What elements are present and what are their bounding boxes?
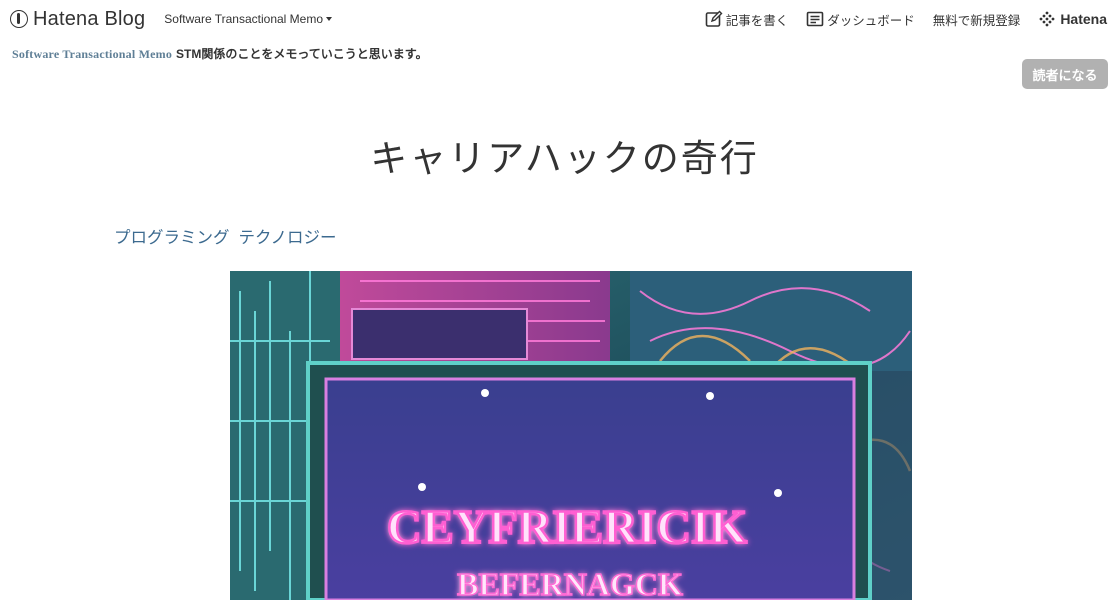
- subscribe-button[interactable]: 読者になる: [1022, 59, 1108, 89]
- category-link-programming[interactable]: プログラミング: [114, 224, 230, 248]
- entry-title: キャリアハックの奇行: [370, 139, 759, 180]
- dashboard-list-icon: [806, 11, 824, 27]
- hatena-dots-icon: [1039, 11, 1055, 27]
- hatena-menu[interactable]: Hatena: [1038, 10, 1107, 28]
- global-header: Hatena Blog Software Transactional Memo …: [0, 0, 1109, 38]
- entry-hero-image: CEYFRIERICIK BEFERNAGCK: [230, 271, 912, 600]
- sign-text-line2: BEFERNAGCK: [457, 566, 683, 600]
- hatena-blog-logo-icon: [10, 10, 28, 28]
- hatena-label: Hatena: [1060, 11, 1107, 27]
- blog-description: STM関係のことをメモっていこうと思います。: [176, 47, 428, 61]
- caret-down-icon: [326, 17, 333, 21]
- pencil-square-icon: [705, 10, 723, 27]
- blog-title-link[interactable]: Software Transactional Memo: [12, 47, 172, 62]
- blog-switcher-dropdown[interactable]: Software Transactional Memo: [164, 12, 333, 26]
- write-entry-link[interactable]: 記事を書く: [705, 10, 789, 29]
- dashboard-link[interactable]: ダッシュボード: [806, 10, 915, 29]
- blog-header: Software Transactional Memo STM関係のことをメモっ…: [12, 45, 428, 62]
- category-link-technology[interactable]: テクノロジー: [239, 224, 337, 248]
- header-nav: 記事を書く ダッシュボード 無料で新規登録 Hatena: [705, 0, 1109, 38]
- signup-link[interactable]: 無料で新規登録: [933, 10, 1021, 29]
- entry-categories: プログラミング テクノロジー: [114, 224, 346, 248]
- blog-switcher-label: Software Transactional Memo: [164, 12, 324, 26]
- write-entry-label: 記事を書く: [725, 13, 789, 28]
- sign-text-line1: CEYFRIERICIK: [387, 501, 747, 554]
- cyberpunk-sign-illustration: CEYFRIERICIK BEFERNAGCK: [230, 271, 912, 600]
- dashboard-label: ダッシュボード: [827, 13, 915, 28]
- hatena-blog-logo[interactable]: Hatena Blog: [10, 8, 145, 31]
- signup-label: 無料で新規登録: [932, 13, 1021, 28]
- logo-text: Hatena Blog: [33, 7, 146, 30]
